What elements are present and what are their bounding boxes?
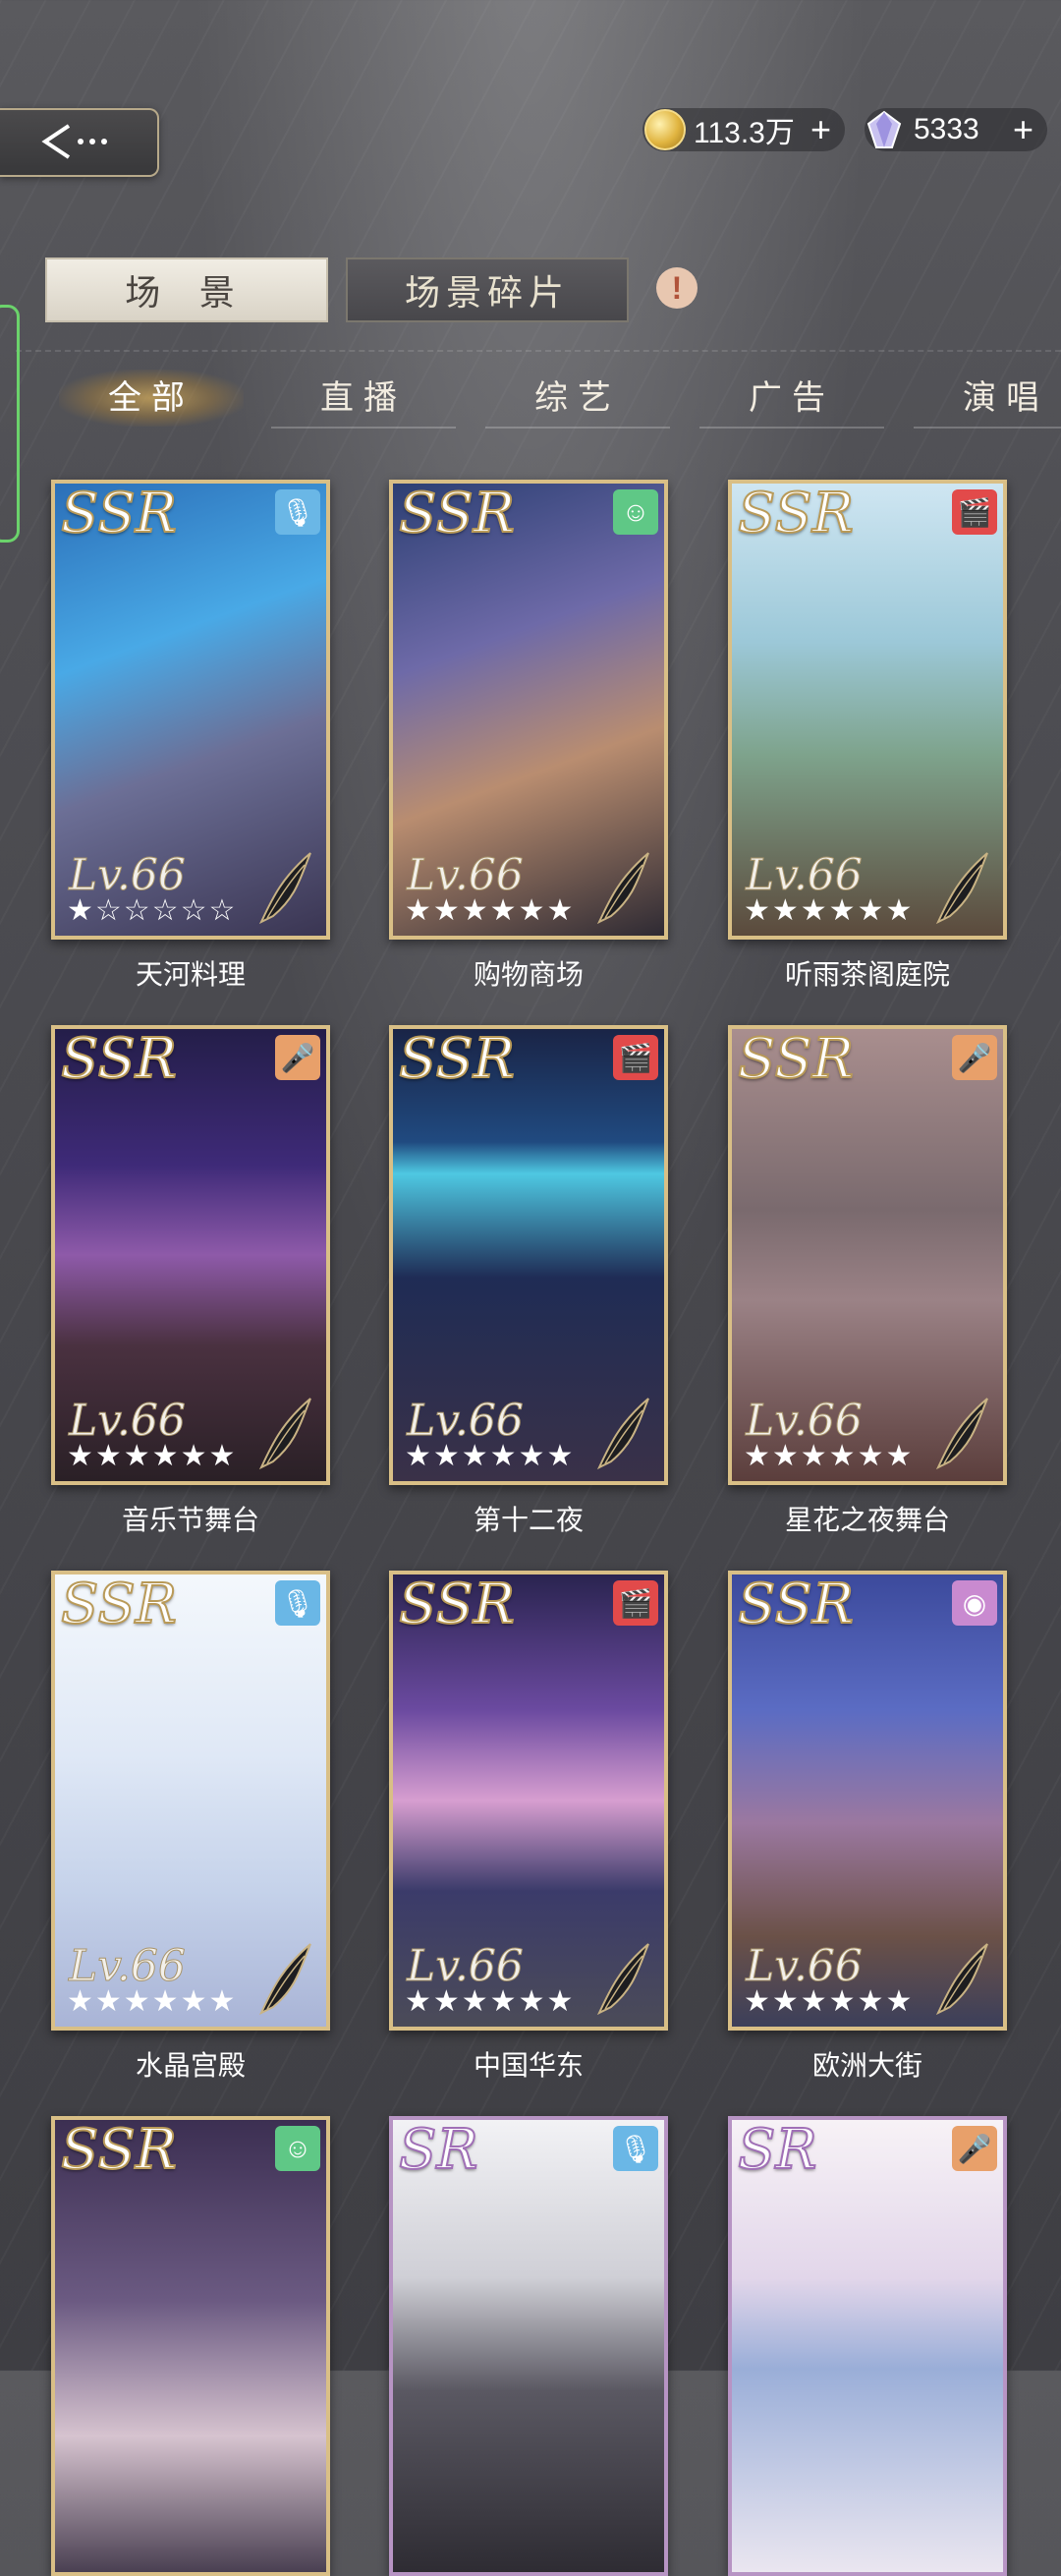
tab-scene[interactable]: 场 景 xyxy=(45,258,328,322)
vinyl-icon: ◉ xyxy=(952,1580,997,1626)
microphone-icon: 🎙 xyxy=(613,2126,658,2171)
scene-card[interactable]: SSR 🎬 Lv.66 ★★★★★★ xyxy=(389,1025,668,1485)
scene-card[interactable]: SR 🎤 xyxy=(728,2116,1007,2576)
scene-card[interactable]: SR 🎙 xyxy=(389,2116,668,2576)
star-rating: ★★★★★★ xyxy=(405,1440,576,1472)
scene-name: 听雨茶阁庭院 xyxy=(784,959,950,990)
microphone-icon: 🎙 xyxy=(275,489,320,535)
rarity-label: SSR xyxy=(398,1573,516,1637)
gold-value: 113.3万 xyxy=(694,117,795,149)
scene-card[interactable]: SSR ◉ Lv.66 ★★★★★★ xyxy=(728,1571,1007,2031)
divider xyxy=(16,350,1061,352)
back-arrow-icon xyxy=(41,124,107,159)
gem-value: 5333 xyxy=(914,113,979,145)
info-icon[interactable]: ! xyxy=(656,267,698,309)
rarity-label: SSR xyxy=(398,482,516,546)
smiley-icon: ☺ xyxy=(275,2126,320,2171)
scene-card[interactable]: SSR 🎬 Lv.66 ★★★★★★ xyxy=(728,480,1007,940)
feather-emblem-icon xyxy=(596,1943,649,2016)
rarity-label: SR xyxy=(398,2118,479,2183)
smiley-icon: ☺ xyxy=(613,489,658,535)
star-rating: ★★★★★★ xyxy=(744,1440,915,1472)
filter-livestream[interactable]: 直播 xyxy=(271,370,456,429)
handheld-mic-icon: 🎤 xyxy=(275,1035,320,1080)
rarity-label: SSR xyxy=(60,482,178,546)
feather-emblem-icon xyxy=(935,852,988,925)
star-rating: ★☆☆☆☆☆ xyxy=(67,894,238,927)
star-rating: ★★★★★★ xyxy=(67,1985,238,2018)
feather-emblem-icon xyxy=(258,852,311,925)
rarity-label: SSR xyxy=(737,1573,855,1637)
gem-currency: 5333 + xyxy=(865,108,1047,151)
filter-all[interactable]: 全部 xyxy=(59,370,244,427)
handheld-mic-icon: 🎤 xyxy=(952,1035,997,1080)
clapperboard-icon: 🎬 xyxy=(613,1580,658,1626)
add-gold-button[interactable]: + xyxy=(810,112,831,147)
feather-emblem-icon xyxy=(596,852,649,925)
feather-emblem-icon xyxy=(935,1943,988,2016)
star-rating: ★★★★★★ xyxy=(67,1440,238,1472)
tab-scene-fragments[interactable]: 场景碎片 xyxy=(346,258,629,322)
scene-name: 水晶宫殿 xyxy=(135,2050,246,2081)
gold-coin-icon xyxy=(644,109,686,150)
scene-card[interactable]: SSR ☺ xyxy=(51,2116,330,2576)
rarity-label: SSR xyxy=(60,1027,178,1092)
gold-currency: 113.3万 + xyxy=(642,108,845,151)
filter-variety[interactable]: 综艺 xyxy=(485,370,670,429)
scene-name: 欧洲大街 xyxy=(811,2050,922,2081)
add-gem-button[interactable]: + xyxy=(1013,112,1033,147)
scene-name: 天河料理 xyxy=(135,959,246,990)
scene-card[interactable]: SSR 🎙 Lv.66 ★★★★★★ xyxy=(51,1571,330,2031)
feather-emblem-icon xyxy=(258,1943,311,2016)
rarity-label: SSR xyxy=(60,2118,178,2183)
star-rating: ★★★★★★ xyxy=(405,1985,576,2018)
clapperboard-icon: 🎬 xyxy=(613,1035,658,1080)
scene-name: 第十二夜 xyxy=(473,1505,584,1535)
rarity-label: SSR xyxy=(737,482,855,546)
scene-card[interactable]: SSR 🎤 Lv.66 ★★★★★★ xyxy=(728,1025,1007,1485)
feather-emblem-icon xyxy=(596,1398,649,1470)
handheld-mic-icon: 🎤 xyxy=(952,2126,997,2171)
diamond-icon xyxy=(866,110,902,148)
back-button[interactable] xyxy=(0,108,159,177)
rarity-label: SSR xyxy=(60,1573,178,1637)
scene-name: 购物商场 xyxy=(473,959,584,990)
scene-card[interactable]: SSR 🎙 Lv.66 ★☆☆☆☆☆ xyxy=(51,480,330,940)
scene-card[interactable]: SSR 🎬 Lv.66 ★★★★★★ xyxy=(389,1571,668,2031)
rarity-label: SSR xyxy=(737,1027,855,1092)
scene-card[interactable]: SSR 🎤 Lv.66 ★★★★★★ xyxy=(51,1025,330,1485)
rarity-label: SSR xyxy=(398,1027,516,1092)
scene-name: 星花之夜舞台 xyxy=(784,1505,950,1535)
feather-emblem-icon xyxy=(935,1398,988,1470)
filter-concert[interactable]: 演唱 xyxy=(914,370,1061,429)
star-rating: ★★★★★★ xyxy=(744,1985,915,2018)
scene-card[interactable]: SSR ☺ Lv.66 ★★★★★★ xyxy=(389,480,668,940)
scene-name: 中国华东 xyxy=(473,2050,584,2081)
filter-ad[interactable]: 广告 xyxy=(699,370,884,429)
side-handle[interactable] xyxy=(0,305,20,543)
star-rating: ★★★★★★ xyxy=(405,894,576,927)
scene-name: 音乐节舞台 xyxy=(121,1505,259,1535)
clapperboard-icon: 🎬 xyxy=(952,489,997,535)
feather-emblem-icon xyxy=(258,1398,311,1470)
star-rating: ★★★★★★ xyxy=(744,894,915,927)
microphone-icon: 🎙 xyxy=(275,1580,320,1626)
rarity-label: SR xyxy=(737,2118,818,2183)
